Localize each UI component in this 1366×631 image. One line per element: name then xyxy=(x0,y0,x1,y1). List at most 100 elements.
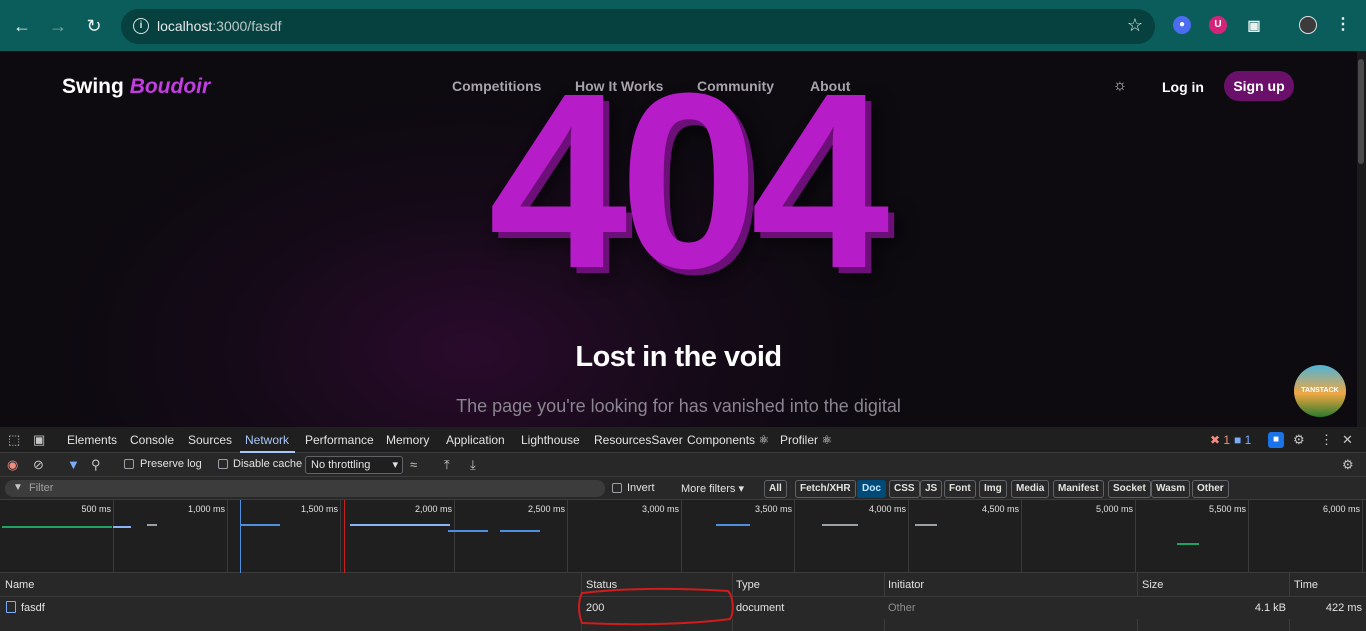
search-icon[interactable]: ⚲ xyxy=(91,458,101,472)
preserve-log-checkbox[interactable] xyxy=(124,459,134,469)
filter-js[interactable]: JS xyxy=(920,480,943,498)
filter-all[interactable]: All xyxy=(764,480,787,498)
inspect-element-icon[interactable]: ⬚ xyxy=(8,433,20,447)
filter-css[interactable]: CSS xyxy=(889,480,920,498)
bookmark-star-icon[interactable]: ☆ xyxy=(1127,15,1143,36)
timeline-bar xyxy=(113,526,131,528)
tab-sources[interactable]: Sources xyxy=(188,433,232,447)
extension-flame-icon[interactable]: ● xyxy=(1173,16,1191,34)
network-settings-icon[interactable]: ⚙ xyxy=(1342,458,1354,472)
tick-label: 4,000 ms xyxy=(868,504,906,514)
network-conditions-icon[interactable]: ≈ xyxy=(410,458,417,472)
tick-label: 3,000 ms xyxy=(641,504,679,514)
site-logo[interactable]: Swing Boudoir xyxy=(62,75,210,99)
document-icon xyxy=(6,601,16,613)
settings-gear-icon[interactable]: ⚙ xyxy=(1293,433,1305,447)
filter-input[interactable]: ▼ Filter xyxy=(5,480,605,497)
timeline-bar xyxy=(716,524,750,526)
tab-console[interactable]: Console xyxy=(130,433,174,447)
network-overview-timeline[interactable]: 500 ms 1,000 ms 1,500 ms 2,000 ms 2,500 … xyxy=(0,500,1366,573)
request-name[interactable]: fasdf xyxy=(21,602,45,614)
tick-line xyxy=(1021,500,1022,573)
error-code: 404 xyxy=(488,51,889,320)
message-count-value: 1 xyxy=(1244,433,1252,447)
tick-label: 5,500 ms xyxy=(1208,504,1246,514)
record-stop-icon[interactable]: ◉ xyxy=(7,458,18,472)
tab-network[interactable]: Network xyxy=(245,433,289,447)
tick-label: 4,500 ms xyxy=(981,504,1019,514)
filter-font[interactable]: Font xyxy=(944,480,976,498)
filter-funnel-icon[interactable]: ▼ xyxy=(67,458,80,472)
error-count-value: 1 xyxy=(1223,433,1231,447)
tab-performance[interactable]: Performance xyxy=(305,433,374,447)
scrollbar-thumb[interactable] xyxy=(1358,59,1364,164)
tab-memory[interactable]: Memory xyxy=(386,433,429,447)
tick-label: 500 ms xyxy=(81,504,111,514)
tick-label: 6,000 ms xyxy=(1322,504,1360,514)
filter-other[interactable]: Other xyxy=(1192,480,1229,498)
network-filter-bar: ▼ Filter Invert More filters ▾ All Fetch… xyxy=(0,477,1366,500)
request-size: 4.1 kB xyxy=(1254,602,1286,614)
filter-icon: ▼ xyxy=(13,482,23,493)
error-count[interactable]: ✖ 1 xyxy=(1210,433,1230,447)
filter-media[interactable]: Media xyxy=(1011,480,1050,498)
message-count[interactable]: ■ 1 xyxy=(1234,433,1251,447)
page-viewport: Swing Boudoir Competitions How It Works … xyxy=(0,51,1357,427)
filter-placeholder: Filter xyxy=(29,482,54,494)
filter-socket[interactable]: Socket xyxy=(1108,480,1151,498)
device-toolbar-icon[interactable]: ▣ xyxy=(33,433,45,447)
reload-icon[interactable]: ↻ xyxy=(80,12,108,40)
extension-u-icon[interactable]: U xyxy=(1209,16,1227,34)
col-name[interactable]: Name xyxy=(5,579,34,591)
extensions-puzzle-icon[interactable]: ▣ xyxy=(1245,16,1263,34)
page-scrollbar[interactable] xyxy=(1357,51,1366,427)
devtools-menu-icon[interactable]: ⋮ xyxy=(1320,433,1333,447)
filter-doc[interactable]: Doc xyxy=(857,480,886,498)
tick-label: 2,000 ms xyxy=(414,504,452,514)
forward-icon[interactable]: → xyxy=(44,12,72,40)
clear-icon[interactable]: ⊘ xyxy=(33,458,44,472)
disable-cache-checkbox[interactable] xyxy=(218,459,228,469)
more-filters-dropdown[interactable]: More filters ▾ xyxy=(681,482,744,495)
filter-manifest[interactable]: Manifest xyxy=(1053,480,1104,498)
invert-checkbox[interactable] xyxy=(612,483,622,493)
filter-wasm[interactable]: Wasm xyxy=(1151,480,1191,498)
timeline-bar xyxy=(240,524,280,526)
url-text[interactable]: localhost:3000/fasdf xyxy=(157,18,282,34)
tanstack-devtools-button[interactable]: TANSTACK xyxy=(1294,365,1346,417)
filter-fetch-xhr[interactable]: Fetch/XHR xyxy=(795,480,856,498)
tick-line xyxy=(1135,500,1136,573)
login-link[interactable]: Log in xyxy=(1162,79,1204,95)
filter-img[interactable]: Img xyxy=(979,480,1007,498)
throttling-select[interactable]: No throttling ▾ xyxy=(305,456,403,474)
request-time: 422 ms xyxy=(1325,602,1362,614)
address-bar[interactable]: i localhost:3000/fasdf ☆ xyxy=(121,9,1155,44)
tick-line xyxy=(567,500,568,573)
col-time[interactable]: Time xyxy=(1294,579,1318,591)
theme-toggle-sun-icon[interactable]: ☼ xyxy=(1111,77,1129,95)
export-har-icon[interactable]: ⤓ xyxy=(470,458,476,472)
signup-button[interactable]: Sign up xyxy=(1224,71,1294,101)
tab-lighthouse[interactable]: Lighthouse xyxy=(521,433,580,447)
col-size[interactable]: Size xyxy=(1142,579,1163,591)
menu-kebab-icon[interactable]: ⋮ xyxy=(1334,16,1352,34)
tab-application[interactable]: Application xyxy=(446,433,505,447)
back-icon[interactable]: ← xyxy=(8,12,36,40)
request-initiator: Other xyxy=(888,602,916,614)
tab-profiler[interactable]: Profiler ⚛ xyxy=(780,433,832,447)
tick-line xyxy=(1248,500,1249,573)
tab-resourcessaver[interactable]: ResourcesSaver xyxy=(594,433,683,447)
col-initiator[interactable]: Initiator xyxy=(888,579,924,591)
import-har-icon[interactable]: ⤒ xyxy=(444,458,450,472)
tick-line xyxy=(454,500,455,573)
close-devtools-icon[interactable]: ✕ xyxy=(1342,433,1353,447)
tab-components[interactable]: Components ⚛ xyxy=(687,433,769,447)
profile-avatar[interactable] xyxy=(1299,16,1317,34)
throttling-value: No throttling xyxy=(311,459,371,471)
tick-label: 2,500 ms xyxy=(527,504,565,514)
tick-label: 3,500 ms xyxy=(754,504,792,514)
extension-devtools-icon[interactable]: ■ xyxy=(1268,432,1284,448)
site-info-icon[interactable]: i xyxy=(133,18,149,34)
tab-elements[interactable]: Elements xyxy=(67,433,117,447)
tick-line xyxy=(681,500,682,573)
